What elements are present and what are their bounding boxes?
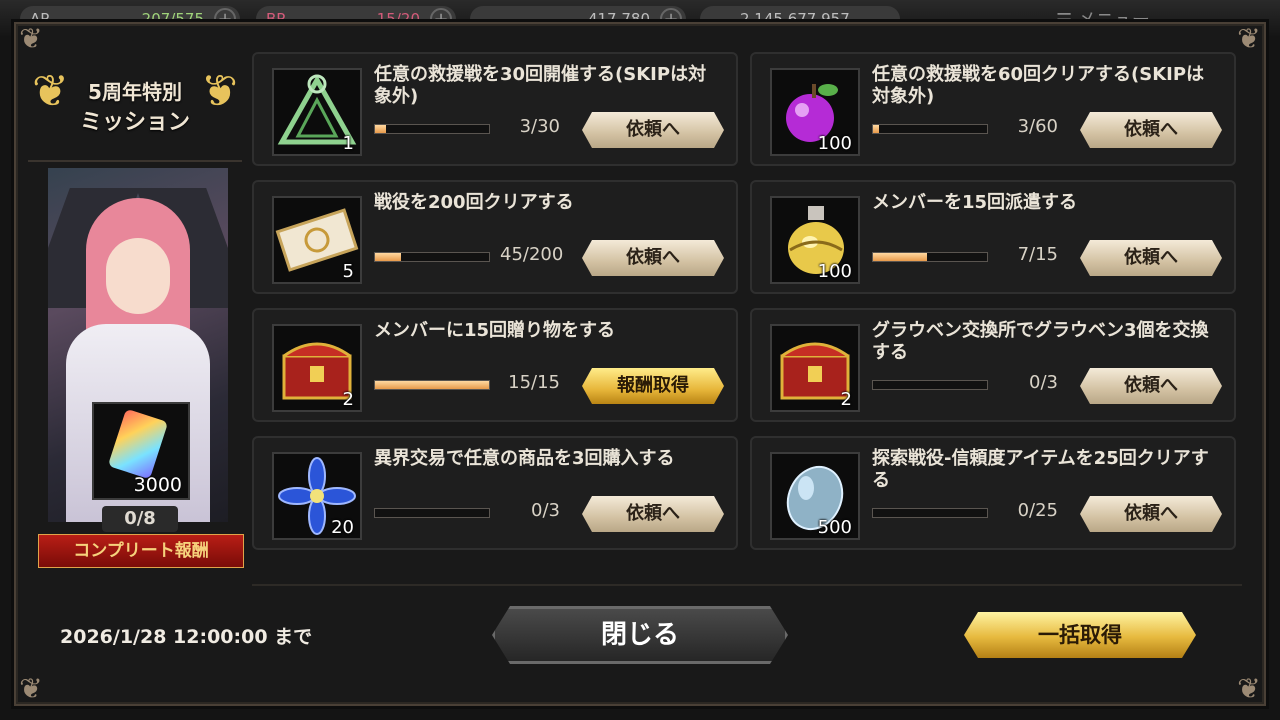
mission-progress-bar — [872, 508, 988, 518]
mission-count: 0/3 — [1029, 372, 1058, 393]
mission-count: 15/15 — [508, 372, 560, 393]
progress-fill — [873, 125, 879, 133]
mission-reward-item[interactable]: 500 — [770, 452, 860, 540]
mission-card: 20 異界交易で任意の商品を3回購入する 0/3 依頼へ — [252, 436, 738, 550]
mission-panel-side: ❦ ❦ 5周年特別 ミッション 3000 0/8 コンプリート報酬 — [28, 36, 244, 570]
mission-progress-bar — [374, 252, 490, 262]
title-line-1: 5周年特別 — [88, 80, 182, 104]
mission-reward-item[interactable]: 1 — [272, 68, 362, 156]
mission-text: 任意の救援戦を30回開催する(SKIPは対象外) — [374, 64, 707, 107]
close-button[interactable]: 閉じる — [492, 606, 788, 664]
corner-ornament-icon: ❦ — [1237, 672, 1261, 705]
mission-text: 異界交易で任意の商品を3回購入する — [374, 448, 675, 469]
deadline-text: 2026/1/28 12:00:00 まで — [60, 626, 313, 648]
go-to-request-button[interactable]: 依頼へ — [582, 240, 724, 276]
mission-progress-bar — [872, 252, 988, 262]
reward-qty: 5 — [342, 261, 354, 282]
panel-title: ❦ ❦ 5周年特別 ミッション — [28, 50, 242, 146]
corner-ornament-icon: ❦ — [1237, 22, 1261, 55]
mission-reward-item[interactable]: 5 — [272, 196, 362, 284]
progress-fill — [375, 381, 489, 389]
go-to-request-button[interactable]: 依頼へ — [1080, 240, 1222, 276]
progress-fill — [375, 253, 402, 261]
mission-card: 100 メンバーを15回派遣する 7/15 依頼へ — [750, 180, 1236, 294]
mission-card: 2 グラウベン交換所でグラウベン3個を交換する 0/3 依頼へ — [750, 308, 1236, 422]
mission-text: 戦役を200回クリアする — [374, 192, 574, 213]
mission-text: グラウベン交換所でグラウベン3個を交換する — [872, 320, 1209, 363]
mission-count: 45/200 — [500, 244, 564, 265]
footer-divider — [252, 584, 1242, 586]
mission-card: 100 任意の救援戦を60回クリアする(SKIPは対象外) 3/60 依頼へ — [750, 52, 1236, 166]
mission-card: 500 探索戦役-信頼度アイテムを25回クリアする 0/25 依頼へ — [750, 436, 1236, 550]
mission-count: 0/25 — [1017, 500, 1058, 521]
mission-card: 5 戦役を200回クリアする 45/200 依頼へ — [252, 180, 738, 294]
go-to-request-button[interactable]: 依頼へ — [582, 496, 724, 532]
progress-fill — [873, 253, 927, 261]
mission-reward-item[interactable]: 2 — [770, 324, 860, 412]
mission-text: メンバーを15回派遣する — [872, 192, 1078, 213]
mission-reward-item[interactable]: 100 — [770, 196, 860, 284]
claim-reward-button[interactable]: 報酬取得 — [582, 368, 724, 404]
complete-reward-label: コンプリート報酬 — [38, 534, 244, 568]
mission-progress-bar — [872, 124, 988, 134]
mission-progress-bar — [374, 508, 490, 518]
go-to-request-button[interactable]: 依頼へ — [1080, 496, 1222, 532]
complete-reward-item[interactable]: 3000 — [92, 402, 190, 500]
reward-qty: 1 — [342, 133, 354, 154]
mission-reward-item[interactable]: 100 — [770, 68, 860, 156]
character-face — [106, 238, 170, 314]
mission-text: 任意の救援戦を60回クリアする(SKIPは対象外) — [872, 64, 1205, 107]
mission-reward-item[interactable]: 20 — [272, 452, 362, 540]
mission-card: 1 任意の救援戦を30回開催する(SKIPは対象外) 3/30 依頼へ — [252, 52, 738, 166]
title-line-2: ミッション — [79, 110, 190, 135]
mission-progress-bar — [374, 380, 490, 390]
mission-count: 7/15 — [1017, 244, 1058, 265]
reward-qty: 100 — [817, 261, 852, 282]
rainbow-crystal-icon — [107, 408, 169, 480]
divider — [28, 160, 242, 162]
corner-ornament-icon: ❦ — [19, 672, 43, 705]
complete-progress: 0/8 — [102, 506, 178, 532]
mission-count: 3/60 — [1017, 116, 1058, 137]
mission-text: メンバーに15回贈り物をする — [374, 320, 616, 341]
mission-card: 2 メンバーに15回贈り物をする 15/15 報酬取得 — [252, 308, 738, 422]
go-to-request-button[interactable]: 依頼へ — [1080, 112, 1222, 148]
reward-qty: 20 — [331, 517, 354, 538]
reward-qty: 2 — [840, 389, 852, 410]
reward-qty: 500 — [817, 517, 852, 538]
mission-reward-item[interactable]: 2 — [272, 324, 362, 412]
reward-qty: 3000 — [133, 474, 182, 496]
claim-all-button[interactable]: 一括取得 — [964, 612, 1196, 658]
progress-fill — [375, 125, 387, 133]
go-to-request-button[interactable]: 依頼へ — [1080, 368, 1222, 404]
mission-progress-bar — [872, 380, 988, 390]
reward-qty: 100 — [817, 133, 852, 154]
mission-text: 探索戦役-信頼度アイテムを25回クリアする — [872, 448, 1209, 491]
go-to-request-button[interactable]: 依頼へ — [582, 112, 724, 148]
mission-progress-bar — [374, 124, 490, 134]
reward-qty: 2 — [342, 389, 354, 410]
mission-count: 3/30 — [519, 116, 560, 137]
mission-count: 0/3 — [531, 500, 560, 521]
